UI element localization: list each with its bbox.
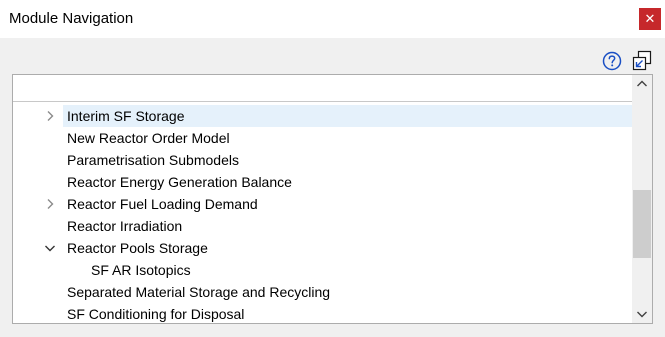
tree-item-label: Separated Material Storage and Recycling	[67, 284, 331, 300]
tree-item-label: SF Conditioning for Disposal	[67, 306, 245, 322]
scroll-up-button[interactable]	[632, 75, 652, 92]
chevron-down-icon[interactable]	[43, 241, 57, 255]
tree-item[interactable]: Interim SF Storage	[13, 105, 632, 127]
window-popout-icon	[632, 50, 652, 71]
tree-item[interactable]: Reactor Energy Generation Balance	[13, 171, 632, 193]
tree-item-label: New Reactor Order Model	[67, 130, 230, 146]
vertical-scrollbar[interactable]	[632, 75, 652, 323]
chevron-right-icon[interactable]	[43, 197, 57, 211]
popout-button[interactable]	[631, 50, 653, 72]
tree-item-label: Reactor Irradiation	[67, 218, 183, 234]
close-icon: ✕	[644, 11, 656, 26]
tree-item-label: SF AR Isotopics	[91, 262, 191, 278]
tree-item[interactable]: Parametrisation Submodels	[13, 149, 632, 171]
question-circle-icon	[602, 51, 622, 71]
module-tree: Interim SF Storage New Reactor Order Mode…	[13, 105, 632, 323]
tree-item-label: Reactor Fuel Loading Demand	[67, 196, 258, 212]
module-tree-panel: Interim SF Storage New Reactor Order Mode…	[12, 74, 653, 324]
tree-item[interactable]: Reactor Fuel Loading Demand	[13, 193, 632, 215]
tree-item-label: Reactor Energy Generation Balance	[67, 174, 292, 190]
tree-item[interactable]: Separated Material Storage and Recycling	[13, 281, 632, 303]
tree-item-label: Interim SF Storage	[67, 108, 185, 124]
help-button[interactable]	[602, 51, 622, 71]
close-button[interactable]: ✕	[639, 8, 661, 30]
scroll-thumb[interactable]	[633, 190, 651, 258]
tree-item[interactable]: SF AR Isotopics	[13, 259, 632, 281]
scroll-down-button[interactable]	[632, 306, 652, 323]
title-bar: Module Navigation ✕	[0, 0, 665, 38]
tree-item[interactable]: SF Conditioning for Disposal	[13, 303, 632, 323]
tree-item-label: Reactor Pools Storage	[67, 240, 208, 256]
tree-item[interactable]: Reactor Irradiation	[13, 215, 632, 237]
window-title: Module Navigation	[9, 10, 134, 27]
chevron-down-icon	[637, 311, 647, 318]
tree-header	[13, 75, 632, 102]
chevron-right-icon[interactable]	[43, 109, 57, 123]
chevron-up-icon	[637, 80, 647, 87]
tree-item[interactable]: Reactor Pools Storage	[13, 237, 632, 259]
tree-item[interactable]: New Reactor Order Model	[13, 127, 632, 149]
tree-item-label: Parametrisation Submodels	[67, 152, 239, 168]
